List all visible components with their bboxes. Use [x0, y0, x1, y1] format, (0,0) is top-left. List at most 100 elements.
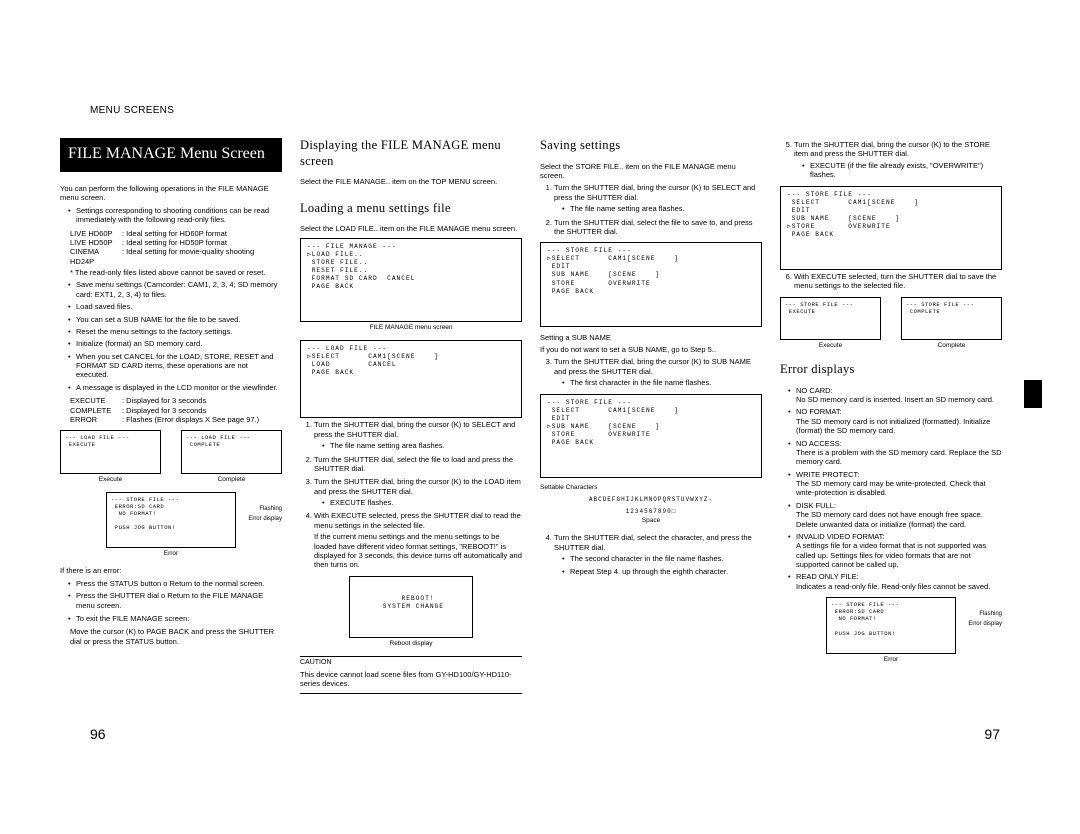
error-list: NO CARD:No SD memory card is inserted. I… [780, 386, 1002, 592]
caution-title: CAUTION [300, 659, 522, 668]
screen-load-file: --- LOAD FILE --- ▷SELECT CAM1[SCENE ] L… [300, 340, 522, 418]
charset-row-2: 1234567890□ [540, 508, 762, 516]
label-complete: Complete [901, 342, 1002, 350]
annotation-flashing: Flashing [979, 611, 1002, 619]
step-2: Turn the SHUTTER dial, select the file t… [314, 455, 522, 474]
bullet: Settings corresponding to shooting condi… [70, 206, 282, 225]
bullet: When you set CANCEL for the LOAD, STORE,… [70, 352, 282, 380]
column-1: FILE MANAGE Menu Screen You can perform … [60, 138, 282, 814]
step-1: Turn the SHUTTER dial, bring the cursor … [314, 420, 522, 450]
substep: EXECUTE (if the file already exists, "OV… [804, 161, 1002, 180]
readonly-note: * The read-only files listed above canno… [70, 268, 282, 277]
screen-file-manage: --- FILE MANAGE --- ▷LOAD FILE.. STORE F… [300, 238, 522, 322]
step-1: Turn the SHUTTER dial, bring the cursor … [554, 183, 762, 213]
annotation-error-display: Error display [248, 516, 282, 524]
save-step-5: Turn the SHUTTER dial, bring the cursor … [780, 140, 1002, 180]
error-item: WRITE PROTECT:The SD memory card may be … [790, 470, 1002, 498]
substep: The file name setting area flashes. [564, 204, 762, 213]
subname-note: If you do not want to set a SUB NAME, go… [540, 345, 762, 354]
column-3: Saving settings Select the STORE FILE.. … [540, 138, 762, 814]
bullet: Save menu settings (Camcorder: CAM1, 2, … [70, 280, 282, 299]
label-execute: Execute [780, 342, 881, 350]
substep: EXECUTE flashes. [324, 498, 522, 507]
label-error: Error [780, 656, 1002, 664]
step-4: Turn the SHUTTER dial, select the charac… [554, 533, 762, 577]
msg-row: ERROR: Flashes (Error displays X See pag… [70, 415, 282, 424]
screen-error: --- STORE FILE --- ERROR:SD CARD NO FORM… [106, 492, 236, 549]
error-item: READ ONLY FILE:Indicates a read-only fil… [790, 572, 1002, 591]
charset-title: Settable Characters [540, 484, 762, 492]
charset-row-1: ABCDEFGHIJKLMNOPQRSTUVWXYZ- [540, 496, 762, 504]
annotation-error-display: Error display [968, 621, 1002, 629]
screen-store-file-1: --- STORE FILE --- ▷SELECT CAM1[SCENE ] … [540, 242, 762, 326]
screen-execute: --- STORE FILE --- EXECUTE [780, 297, 881, 340]
substep: Repeat Step 4. up through the eighth cha… [564, 567, 762, 576]
screen-error-2: --- STORE FILE --- ERROR:SD CARD NO FORM… [826, 597, 956, 654]
screen-reboot: REBOOT! SYSTEM CHANGE [349, 576, 473, 638]
step-2: Turn the SHUTTER dial, select the file t… [554, 218, 762, 237]
heading-saving: Saving settings [540, 138, 762, 154]
save-steps-1-2: Turn the SHUTTER dial, bring the cursor … [540, 183, 762, 236]
step4-extra: If the current menu settings and the men… [314, 532, 522, 570]
bullet: Load saved files. [70, 302, 282, 311]
step-6: With EXECUTE selected, turn the SHUTTER … [794, 272, 1002, 291]
body-text: Select the FILE MANAGE.. item on the TOP… [300, 177, 522, 186]
diagram-execute-complete-2: --- STORE FILE --- EXECUTE Execute --- S… [780, 297, 1002, 350]
screen-execute: --- LOAD FILE --- EXECUTE [60, 430, 161, 473]
caption-file-manage: FILE MANAGE menu screen [300, 324, 522, 332]
save-step-4: Turn the SHUTTER dial, select the charac… [540, 533, 762, 577]
format-row: LIVE HD50P: Ideal setting for HD50P form… [70, 238, 282, 247]
exit-title: To exit the FILE MANAGE screen: [70, 614, 282, 623]
label-complete: Complete [181, 476, 282, 484]
error-item: NO ACCESS:There is a problem with the SD… [790, 439, 1002, 467]
save-step-3: Turn the SHUTTER dial, bring the cursor … [540, 357, 762, 387]
body-text: Select the LOAD FILE.. item on the FILE … [300, 224, 522, 233]
error-item: NO CARD:No SD memory card is inserted. I… [790, 386, 1002, 405]
column-4: Turn the SHUTTER dial, bring the cursor … [780, 138, 1002, 814]
step-3: Turn the SHUTTER dial, bring the cursor … [554, 357, 762, 387]
caption-space: Space [540, 517, 762, 525]
column-2: Displaying the FILE MANAGE menu screen S… [300, 138, 522, 814]
label-error: Error [60, 550, 282, 558]
main-title: FILE MANAGE Menu Screen [60, 138, 282, 172]
bullet: Press the STATUS button o Return to the … [70, 579, 282, 588]
if-error-title: If there is an error: [60, 566, 282, 575]
bullet: You can set a SUB NAME for the file to b… [70, 315, 282, 324]
format-row: LIVE HD60P: Ideal setting for HD60P form… [70, 229, 282, 238]
page-number-left: 96 [90, 726, 106, 742]
caution-box: CAUTION This device cannot load scene fi… [300, 656, 522, 695]
step-5: Turn the SHUTTER dial, bring the cursor … [794, 140, 1002, 180]
bullet: Initialize (format) an SD memory card. [70, 339, 282, 348]
document-spread: MENU SCREENS FILE MANAGE Menu Screen You… [0, 0, 1080, 834]
body-text: Select the STORE FILE.. item on the FILE… [540, 162, 762, 181]
error-item: DISK FULL:The SD memory card does not ha… [790, 501, 1002, 529]
error-item: INVALID VIDEO FORMAT:A settings file for… [790, 532, 1002, 570]
bullet: A message is displayed in the LCD monito… [70, 383, 282, 392]
format-row: CINEMA HD24P: Ideal setting for movie-qu… [70, 247, 282, 266]
bullet: Press the SHUTTER dial o Return to the F… [70, 591, 282, 610]
error-item: NO FORMAT:The SD memory card is not init… [790, 407, 1002, 435]
step-4: With EXECUTE selected, press the SHUTTER… [314, 511, 522, 569]
load-steps: Turn the SHUTTER dial, bring the cursor … [300, 420, 522, 569]
step-3: Turn the SHUTTER dial, bring the cursor … [314, 477, 522, 507]
msg-row: EXECUTE: Displayed for 3 seconds [70, 396, 282, 405]
intro-text: You can perform the following operations… [60, 184, 282, 203]
screen-store-file-3: --- STORE FILE --- SELECT CAM1[SCENE ] E… [780, 186, 1002, 270]
save-step-6: With EXECUTE selected, turn the SHUTTER … [780, 272, 1002, 291]
msg-row: COMPLETE: Displayed for 3 seconds [70, 406, 282, 415]
caution-body: This device cannot load scene files from… [300, 670, 522, 689]
substep: The file name setting area flashes. [324, 441, 522, 450]
annotation-flashing: Flashing [259, 506, 282, 514]
exit-body: Move the cursor (K) to PAGE BACK and pre… [60, 627, 282, 646]
subname-title: Setting a SUB NAME [540, 333, 762, 342]
thumb-tab [1024, 380, 1042, 408]
screen-complete: --- STORE FILE --- COMPLETE [901, 297, 1002, 340]
diagram-execute-complete: --- LOAD FILE --- EXECUTE Execute --- LO… [60, 430, 282, 483]
section-header: MENU SCREENS [90, 105, 174, 116]
substep: The first character in the file name fla… [564, 378, 762, 387]
heading-loading: Loading a menu settings file [300, 201, 522, 217]
screen-store-file-2: --- STORE FILE --- SELECT CAM1[SCENE ] E… [540, 394, 762, 478]
heading-error-displays: Error displays [780, 362, 1002, 378]
caption-reboot: Reboot display [300, 640, 522, 648]
substep: The second character in the file name fl… [564, 554, 762, 563]
